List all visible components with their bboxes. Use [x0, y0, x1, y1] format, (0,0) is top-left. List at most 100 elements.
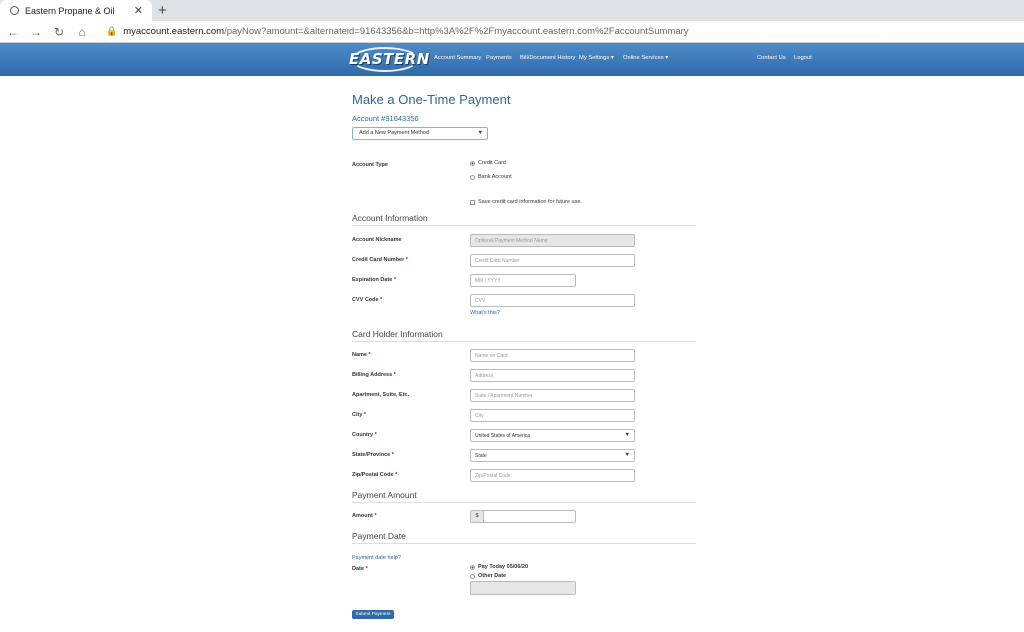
- cvv-label-text: CVV Code: [352, 297, 379, 303]
- cc-number-input[interactable]: Credit Card Number: [470, 254, 635, 267]
- home-icon[interactable]: ⌂: [72, 25, 92, 39]
- apartment-input[interactable]: Suite / Apartment Number: [470, 389, 635, 402]
- other-date-input[interactable]: [470, 581, 576, 595]
- expiration-label: Expiration Date *: [352, 277, 396, 283]
- credit-card-label: Credit Card: [478, 160, 507, 166]
- name-label-text: Name: [352, 352, 367, 358]
- cc-number-label-text: Credit Card Number: [352, 257, 405, 263]
- state-value: State: [475, 453, 487, 459]
- new-tab-icon[interactable]: +: [158, 2, 167, 19]
- state-select[interactable]: State ▼: [470, 449, 635, 462]
- save-info-label: Save credit card information for future …: [478, 199, 582, 205]
- required-mark: *: [374, 513, 377, 519]
- cvv-input[interactable]: CVV: [470, 294, 635, 307]
- browser-tab[interactable]: Eastern Propane & Oil ✕: [0, 0, 152, 21]
- amount-label: Amount *: [352, 513, 376, 519]
- nav-logout[interactable]: Logout: [794, 55, 812, 61]
- required-mark: *: [393, 372, 396, 378]
- date-label: Date *: [352, 566, 368, 572]
- forward-icon[interactable]: →: [26, 25, 46, 39]
- account-info-heading: Account Information: [352, 213, 696, 226]
- dropdown-arrow-icon: ▼: [477, 130, 483, 136]
- account-type-label: Account Type: [352, 162, 388, 168]
- bank-account-radio[interactable]: [470, 174, 475, 180]
- save-info-checkbox[interactable]: [470, 199, 475, 205]
- page-title: Make a One-Time Payment: [352, 92, 511, 107]
- required-mark: *: [405, 257, 408, 263]
- billing-label-text: Billing Address: [352, 372, 393, 378]
- payment-method-value: Add a New Payment Method: [359, 130, 430, 136]
- apartment-label: Apartment, Suite, Etc.: [352, 392, 410, 398]
- nav-bill-history[interactable]: Bill/Document History: [520, 55, 575, 61]
- billing-label: Billing Address *: [352, 372, 396, 378]
- nickname-input[interactable]: Optional Payment Method Name: [470, 234, 635, 247]
- expiration-input[interactable]: MM / YYYY: [470, 274, 576, 287]
- country-select[interactable]: United States of America ▼: [470, 429, 635, 442]
- country-label: Country *: [352, 432, 377, 438]
- credit-card-radio[interactable]: [470, 160, 475, 166]
- name-input[interactable]: Name on Card: [470, 349, 635, 362]
- pay-today-radio[interactable]: [470, 564, 475, 570]
- city-label-text: City: [352, 412, 363, 418]
- card-holder-heading: Card Holder Information: [352, 329, 696, 342]
- amount-label-text: Amount: [352, 513, 373, 519]
- name-label: Name *: [352, 352, 371, 358]
- payment-method-select[interactable]: Add a New Payment Method ▼: [352, 127, 488, 140]
- pay-today-option[interactable]: Pay Today 05/06/20: [470, 564, 528, 570]
- required-mark: *: [363, 412, 367, 418]
- payment-date-heading: Payment Date: [352, 531, 696, 544]
- other-date-option[interactable]: Other Date: [470, 573, 506, 579]
- country-value: United States of America: [475, 433, 531, 439]
- save-info-option[interactable]: Save credit card information for future …: [470, 199, 582, 205]
- other-date-radio[interactable]: [470, 573, 475, 579]
- city-label: City *: [352, 412, 366, 418]
- nickname-label: Account Nickname: [352, 237, 402, 243]
- submit-payment-button[interactable]: Submit Payment: [352, 610, 394, 619]
- required-mark: *: [391, 452, 394, 458]
- back-icon[interactable]: ←: [3, 25, 23, 39]
- zip-label: Zip/Postal Code *: [352, 472, 397, 478]
- bank-account-label: Bank Account: [478, 174, 512, 180]
- eastern-logo[interactable]: EASTERN: [349, 46, 430, 73]
- address-bar[interactable]: myaccount.eastern.com/payNow?amount=&alt…: [123, 26, 688, 37]
- required-mark: *: [395, 472, 398, 478]
- browser-tab-bar: Eastern Propane & Oil ✕ +: [0, 0, 1024, 21]
- nav-account-summary[interactable]: Account Summary: [434, 55, 481, 61]
- country-label-text: Country: [352, 432, 374, 438]
- required-mark: *: [365, 566, 368, 572]
- url-host: myaccount.eastern.com: [123, 26, 225, 37]
- nav-payments[interactable]: Payments: [486, 55, 512, 61]
- other-date-label: Other Date: [478, 573, 507, 579]
- browser-toolbar: ← → ↻ ⌂ 🔒 myaccount.eastern.com/payNow?a…: [0, 21, 1024, 43]
- amount-input[interactable]: $: [470, 510, 576, 523]
- url-path: /payNow?amount=&alternateid=91643356&b=h…: [224, 26, 689, 37]
- required-mark: *: [393, 277, 397, 283]
- reload-icon[interactable]: ↻: [49, 25, 69, 39]
- nav-online-services[interactable]: Online Services ▾: [623, 55, 668, 61]
- pay-today-label: Pay Today 05/06/20: [478, 564, 529, 570]
- dropdown-arrow-icon: ▼: [624, 432, 630, 438]
- account-number: Account #91643356: [352, 114, 419, 123]
- tab-title: Eastern Propane & Oil: [25, 5, 115, 16]
- required-mark: *: [368, 352, 371, 358]
- cc-number-label: Credit Card Number *: [352, 257, 408, 263]
- required-mark: *: [380, 297, 383, 303]
- bank-account-option[interactable]: Bank Account: [470, 174, 512, 180]
- close-tab-icon[interactable]: ✕: [134, 4, 143, 17]
- nav-my-settings[interactable]: My Settings ▾: [579, 55, 614, 61]
- payment-date-help-link[interactable]: Payment date help?: [352, 555, 401, 561]
- logo-text: EASTERN: [349, 50, 430, 68]
- cvv-label: CVV Code *: [352, 297, 382, 303]
- billing-address-input[interactable]: Address: [470, 369, 635, 382]
- dropdown-arrow-icon: ▼: [624, 452, 630, 458]
- payment-amount-heading: Payment Amount: [352, 490, 696, 503]
- zip-label-text: Zip/Postal Code: [352, 472, 394, 478]
- lock-icon[interactable]: 🔒: [106, 26, 117, 37]
- zip-input[interactable]: Zip/Postal Code: [470, 469, 635, 482]
- state-label-text: State/Province: [352, 452, 391, 458]
- whats-this-link[interactable]: What's this?: [470, 310, 500, 316]
- nav-contact-us[interactable]: Contact Us: [757, 55, 786, 61]
- credit-card-option[interactable]: Credit Card: [470, 160, 506, 166]
- currency-addon: $: [471, 511, 484, 522]
- city-input[interactable]: City: [470, 409, 635, 422]
